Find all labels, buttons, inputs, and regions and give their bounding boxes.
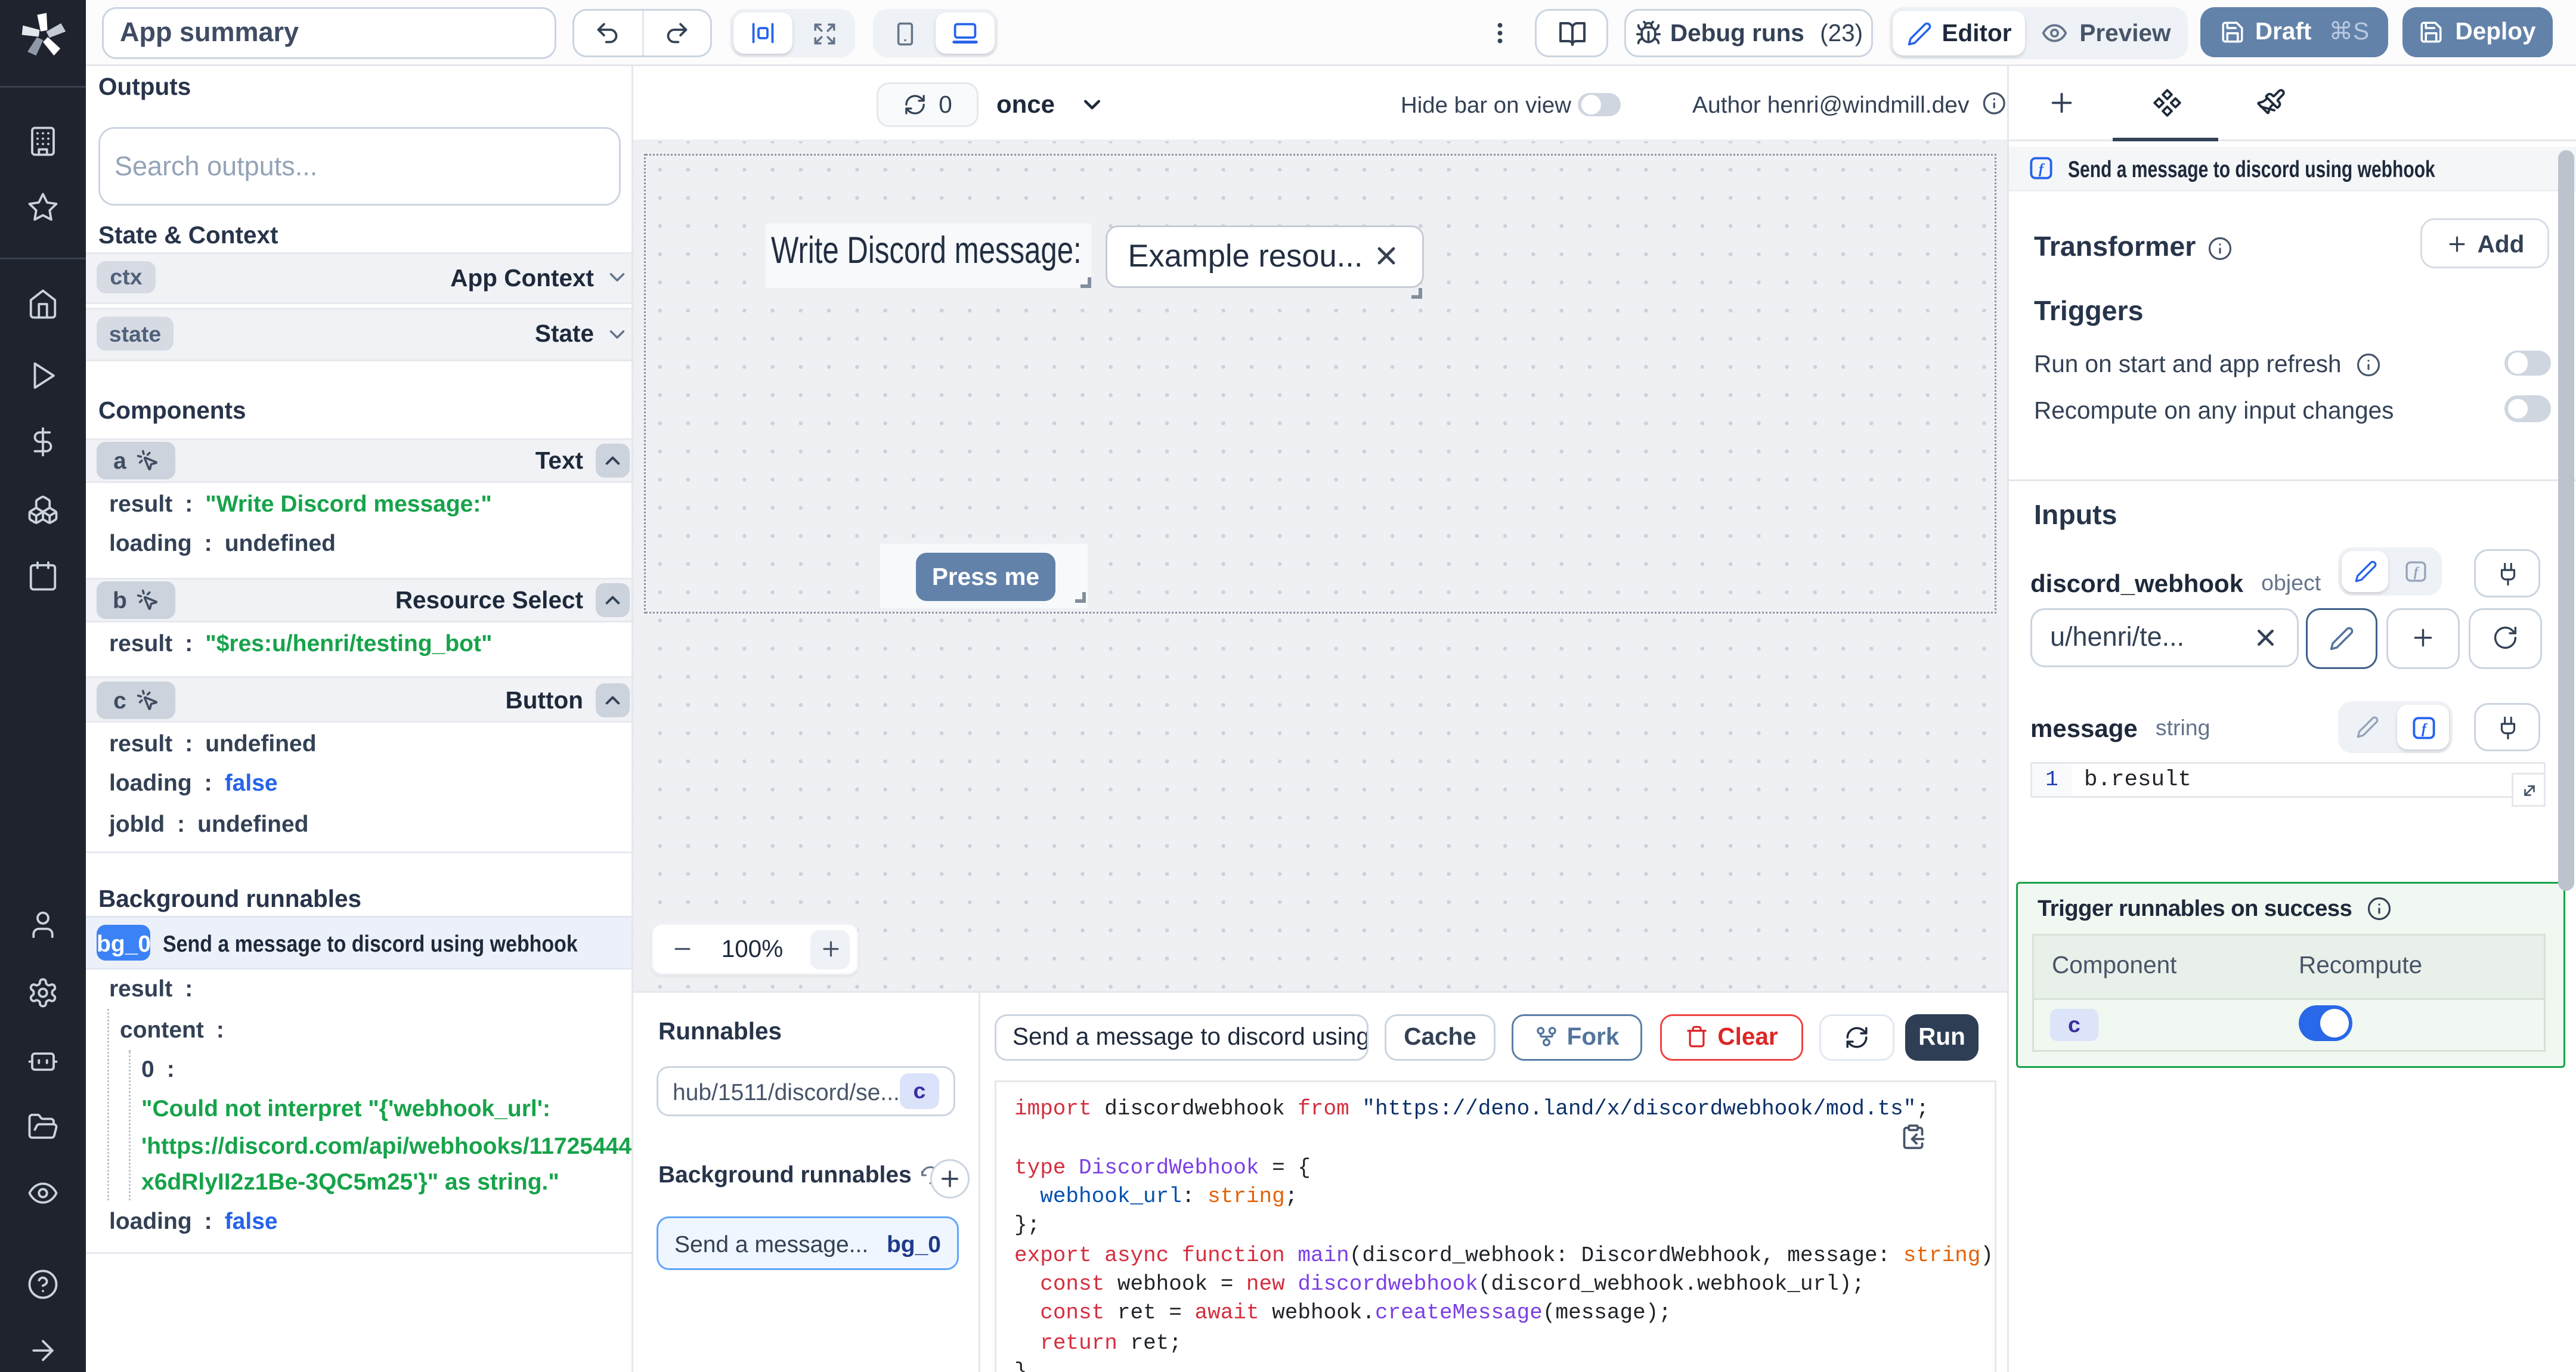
svg-text:f: f — [2420, 720, 2427, 736]
svg-text:f: f — [2039, 161, 2045, 177]
svg-text:f: f — [2413, 565, 2419, 580]
